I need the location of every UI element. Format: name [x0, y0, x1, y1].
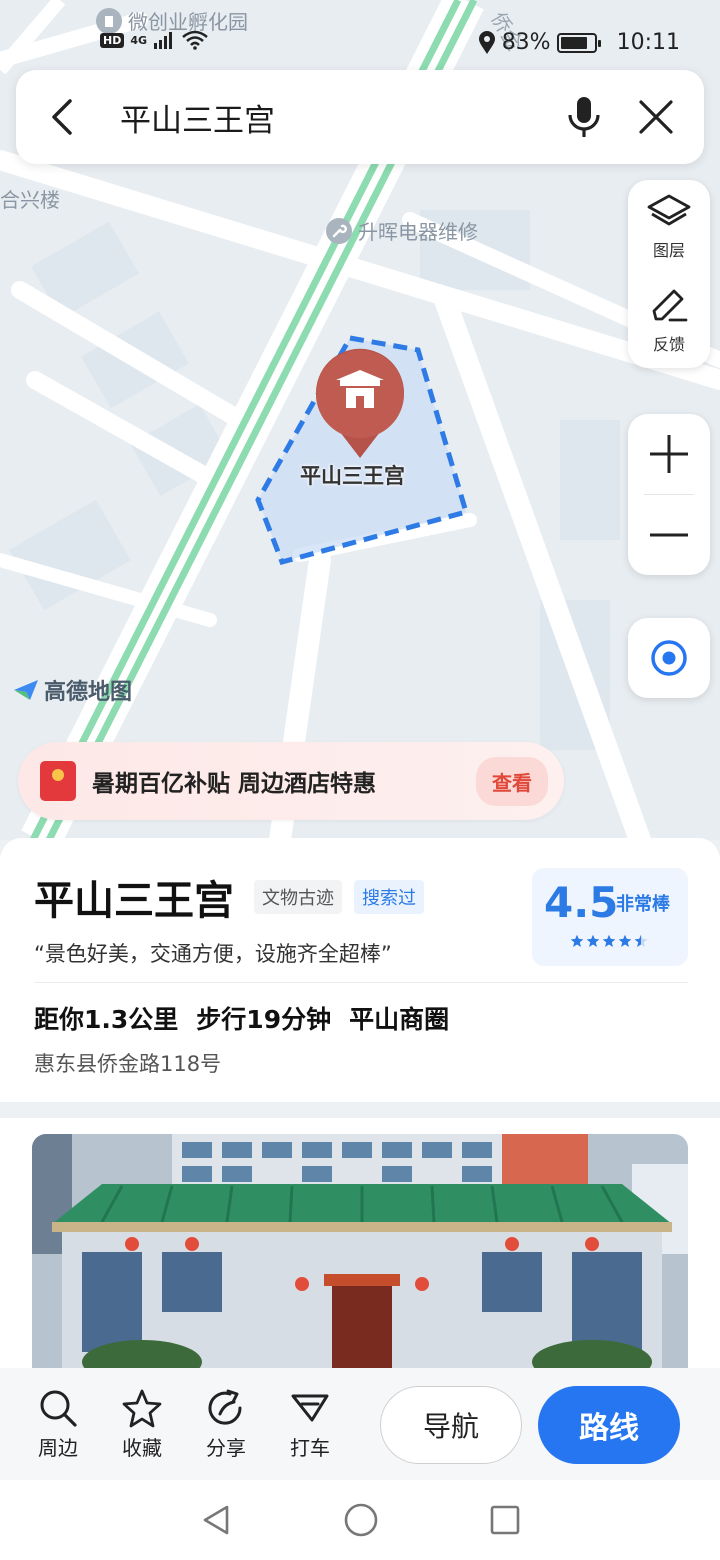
locate-icon — [651, 640, 687, 676]
feedback-button[interactable]: 反馈 — [628, 274, 710, 368]
close-icon — [639, 100, 673, 134]
status-right: 83% 10:11 — [478, 30, 680, 55]
minus-icon — [650, 533, 688, 537]
back-button[interactable] — [16, 70, 106, 164]
feedback-label: 反馈 — [652, 335, 685, 354]
search-input[interactable]: 平山三王宫 — [106, 95, 548, 140]
route-button[interactable]: 路线 — [538, 1386, 680, 1464]
place-name: 平山三王宫 — [34, 878, 234, 924]
rating-star-icon — [602, 934, 616, 947]
taxi-icon — [291, 1394, 329, 1421]
promo-text: 暑期百亿补贴 周边酒店特惠 — [92, 771, 377, 797]
rating-score: 4.5 — [544, 878, 619, 927]
zoom-controls — [628, 414, 710, 575]
location-pin-icon — [478, 30, 495, 54]
search-bar[interactable]: 平山三王宫 — [16, 70, 704, 164]
plus-icon — [650, 435, 688, 473]
signal-icon — [154, 32, 173, 49]
address-text: 惠东县侨金路118号 — [34, 1052, 222, 1076]
layers-icon — [647, 194, 691, 226]
walk-time-text: 步行19分钟 — [196, 1005, 332, 1034]
distance-text: 距你1.3公里 — [34, 1005, 179, 1034]
edit-pen-icon — [652, 289, 688, 322]
clear-search-button[interactable] — [620, 70, 692, 164]
taxi-label: 打车 — [290, 1435, 330, 1460]
search-icon — [40, 1390, 77, 1427]
category-tag: 文物古迹 — [254, 880, 342, 914]
zoom-in-button[interactable] — [628, 414, 710, 494]
poi-marker-label[interactable]: 平山三王宫 — [300, 460, 405, 490]
rating-box[interactable]: 4.5 非常棒 — [532, 868, 688, 966]
nearby-label: 周边 — [38, 1435, 78, 1460]
locate-me-button[interactable] — [628, 618, 710, 698]
wifi-icon — [182, 30, 208, 50]
poi-repair-shop-label: 升晖电器维修 — [358, 220, 478, 244]
share-label: 分享 — [206, 1435, 246, 1460]
taxi-button[interactable]: 打车 — [268, 1388, 352, 1461]
promo-banner[interactable]: 暑期百亿补贴 周边酒店特惠 查看 — [18, 742, 564, 820]
share-button[interactable]: 分享 — [184, 1388, 268, 1461]
rating-star-icon — [634, 934, 648, 947]
place-detail-card: 平山三王宫 文物古迹 搜索过 “景色好美，交通方便，设施齐全超棒” 4.5 非常… — [0, 838, 720, 1102]
system-nav-bar — [0, 1480, 720, 1560]
rating-star-icon — [570, 934, 584, 947]
zoom-out-button[interactable] — [628, 495, 710, 575]
status-left: HD 4G — [100, 30, 209, 50]
favorite-label: 收藏 — [122, 1435, 162, 1460]
voice-search-button[interactable] — [548, 70, 620, 164]
bottom-action-bar: 周边 收藏 分享 打车 导航 路线 — [0, 1368, 720, 1480]
layers-label: 图层 — [652, 241, 685, 260]
status-bar: HD 4G 83% 10:11 — [0, 0, 720, 72]
poi-hexinglou[interactable]: 合兴楼 — [0, 184, 60, 213]
temple-photo-image — [32, 1134, 688, 1370]
system-home-icon[interactable] — [343, 1502, 379, 1538]
amap-logo-text: 高德地图 — [44, 680, 133, 705]
rating-star-icon — [586, 934, 600, 947]
card-divider — [34, 982, 688, 983]
promo-view-button[interactable]: 查看 — [476, 756, 548, 806]
amap-logo: 高德地图 — [12, 674, 132, 706]
battery-icon — [556, 32, 601, 53]
clock: 10:11 — [616, 30, 680, 55]
nearby-button[interactable]: 周边 — [16, 1388, 100, 1461]
system-back-icon[interactable] — [199, 1503, 233, 1537]
map-tools: 图层 反馈 — [628, 180, 710, 368]
navigate-button[interactable]: 导航 — [380, 1386, 522, 1464]
microphone-icon — [568, 97, 600, 137]
photo-section — [0, 1118, 720, 1370]
distance-row: 距你1.3公里 步行19分钟 平山商圈 — [34, 1000, 449, 1036]
rating-stars — [570, 934, 648, 948]
rating-star-icon — [618, 934, 632, 947]
network-type: 4G — [130, 33, 148, 47]
back-arrow-icon — [52, 99, 72, 135]
red-envelope-icon — [40, 761, 76, 801]
star-icon — [122, 1389, 162, 1427]
battery-percent: 83% — [501, 30, 551, 55]
share-icon — [208, 1389, 242, 1425]
battery-fill — [560, 36, 588, 49]
poi-repair-shop[interactable]: 升晖电器维修 — [326, 216, 478, 245]
amap-logo-icon — [14, 680, 38, 700]
rating-word: 非常棒 — [616, 894, 670, 915]
place-photo[interactable] — [32, 1134, 688, 1370]
hd-badge: HD — [100, 32, 125, 48]
layers-button[interactable]: 图层 — [628, 180, 710, 274]
district-text: 平山商圈 — [349, 1005, 450, 1034]
favorite-button[interactable]: 收藏 — [100, 1388, 184, 1461]
review-quote[interactable]: “景色好美，交通方便，设施齐全超棒” — [34, 938, 392, 968]
poi-hexinglou-label: 合兴楼 — [0, 188, 60, 212]
system-recents-icon[interactable] — [489, 1504, 521, 1536]
wrench-icon — [326, 217, 352, 244]
searched-tag: 搜索过 — [354, 880, 424, 914]
